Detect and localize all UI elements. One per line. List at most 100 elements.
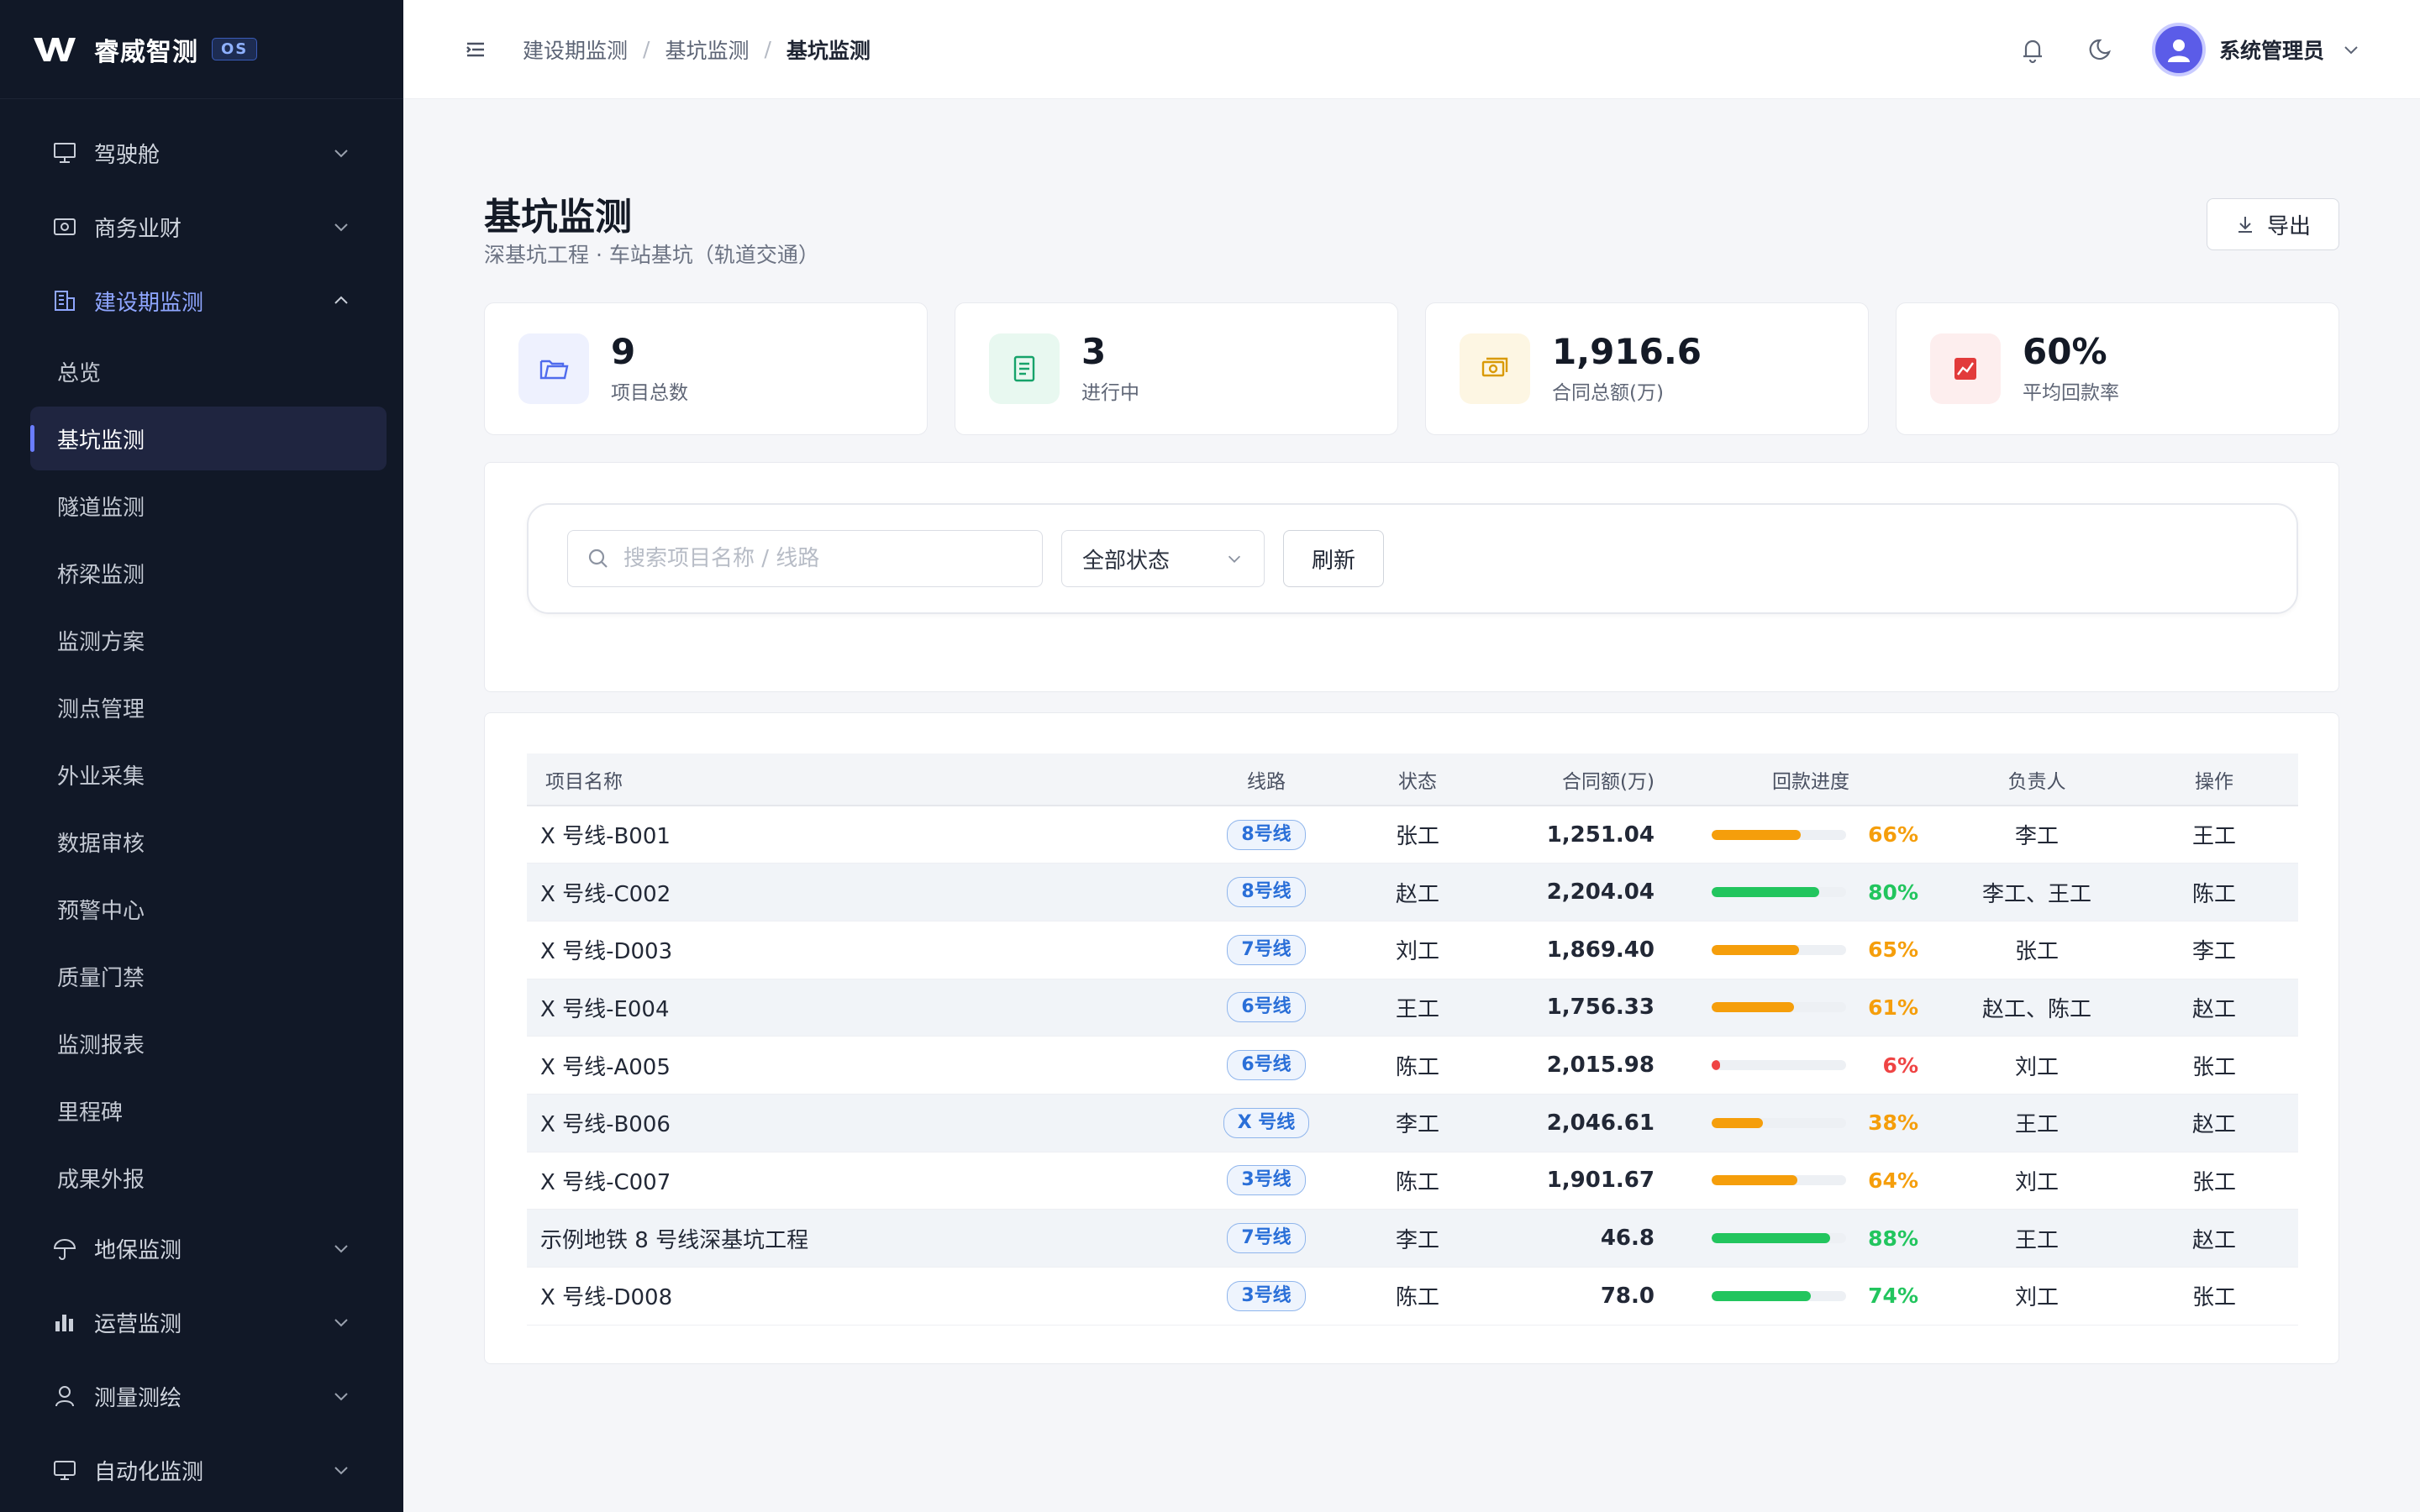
stat-value: 3 xyxy=(1081,330,1107,372)
cell-line: 8号线 xyxy=(1191,863,1342,921)
column-header[interactable]: 线路 xyxy=(1191,753,1342,806)
cell-status: 王工 xyxy=(1342,979,1493,1037)
sidebar-item[interactable]: 基坑监测 xyxy=(30,407,387,470)
cell-amount: 1,756.33 xyxy=(1493,979,1678,1037)
cell-operation[interactable]: 赵工 xyxy=(2130,979,2298,1037)
download-icon xyxy=(2238,217,2252,233)
column-header[interactable]: 状态 xyxy=(1342,753,1493,806)
line-badge: 6号线 xyxy=(1227,992,1306,1023)
progress-fill xyxy=(1712,1117,1763,1128)
cell-operation[interactable]: 张工 xyxy=(2130,1267,2298,1326)
cell-operation[interactable]: 张工 xyxy=(2130,1152,2298,1210)
progress-fill xyxy=(1712,1002,1794,1013)
sidebar-item[interactable]: 测点管理 xyxy=(0,674,403,741)
user-name[interactable]: 系统管理员 xyxy=(2219,34,2324,65)
moon-icon[interactable] xyxy=(2085,34,2115,65)
sidebar-item[interactable]: 外业采集 xyxy=(0,741,403,808)
progress-fill xyxy=(1712,887,1819,898)
brand-badge: OS xyxy=(212,38,258,60)
column-header[interactable]: 回款进度 xyxy=(1678,753,1944,806)
menu-group-business[interactable]: 商务业财 xyxy=(0,190,403,264)
monitor-icon xyxy=(54,1461,76,1480)
user-icon xyxy=(2167,39,2190,62)
cell-project-name: X 号线-E004 xyxy=(527,979,1191,1037)
cell-manager: 王工 xyxy=(1944,1094,2130,1152)
export-button[interactable]: 导出 xyxy=(2207,198,2339,250)
line-badge: 3号线 xyxy=(1227,1280,1306,1311)
sidebar-item[interactable]: 成果外报 xyxy=(0,1144,403,1211)
cell-operation[interactable]: 陈工 xyxy=(2130,863,2298,921)
cell-progress: 80% xyxy=(1678,863,1944,921)
sidebar-item[interactable]: 隧道监测 xyxy=(0,472,403,539)
sidebar-item[interactable]: 数据审核 xyxy=(0,808,403,875)
sidebar-item[interactable]: 桥梁监测 xyxy=(0,539,403,606)
cell-manager: 王工 xyxy=(1944,1209,2130,1268)
breadcrumb-item[interactable]: 基坑监测 xyxy=(665,34,749,65)
menu-group-label: 商务业财 xyxy=(94,216,182,242)
brand[interactable]: 睿威智测 OS xyxy=(0,0,403,99)
column-header[interactable]: 操作 xyxy=(2130,753,2298,806)
refresh-button[interactable]: 刷新 xyxy=(1283,530,1384,587)
table-row[interactable]: X 号线-B001 8号线 张工 1,251.04 66% 李工 王工 xyxy=(527,806,2298,864)
menu-group-cockpit[interactable]: 驾驶舱 xyxy=(0,116,403,190)
progress-bar xyxy=(1712,944,1846,955)
menu-group-label: 驾驶舱 xyxy=(94,142,160,168)
search-box[interactable] xyxy=(567,530,1043,587)
menu-group-ground-protection[interactable]: 地保监测 xyxy=(0,1211,403,1285)
search-input[interactable] xyxy=(623,546,1027,571)
table-row[interactable]: X 号线-E004 6号线 王工 1,756.33 61% 赵工、陈工 赵工 xyxy=(527,979,2298,1037)
table-row[interactable]: X 号线-B006 X 号线 李工 2,046.61 38% 王工 赵工 xyxy=(527,1094,2298,1152)
progress: 74% xyxy=(1678,1284,1944,1308)
cell-manager: 刘工 xyxy=(1944,1267,2130,1326)
breadcrumb-separator: / xyxy=(764,37,771,61)
cell-progress: 6% xyxy=(1678,1036,1944,1095)
menu-group-survey[interactable]: 测量测绘 xyxy=(0,1359,403,1433)
cell-status: 李工 xyxy=(1342,1209,1493,1268)
progress: 65% xyxy=(1678,937,1944,962)
column-header[interactable]: 项目名称 xyxy=(527,753,1191,806)
menu-fold-icon[interactable] xyxy=(462,36,489,63)
progress-fill xyxy=(1712,1233,1830,1244)
cell-status: 陈工 xyxy=(1342,1152,1493,1210)
column-header[interactable]: 负责人 xyxy=(1944,753,2130,806)
cell-project-name: X 号线-B001 xyxy=(527,806,1191,864)
table-row[interactable]: X 号线-D003 7号线 刘工 1,869.40 65% 张工 李工 xyxy=(527,921,2298,979)
sidebar-item[interactable]: 监测报表 xyxy=(0,1010,403,1077)
stat-icon-box xyxy=(1930,333,2001,404)
progress-bar xyxy=(1712,887,1846,898)
sidebar: 睿威智测 OS 驾驶舱 商务业财 建设期监测 总览 基坑监测 隧道监测 桥梁监测 监测方… xyxy=(0,0,403,1512)
menu-group-automation[interactable]: 自动化监测 xyxy=(0,1433,403,1507)
chevron-down-icon xyxy=(334,1467,348,1475)
bell-icon[interactable] xyxy=(2018,34,2048,65)
avatar[interactable] xyxy=(2151,23,2206,76)
cell-operation[interactable]: 王工 xyxy=(2130,806,2298,864)
sidebar-item[interactable]: 质量门禁 xyxy=(0,942,403,1010)
stat-value: 1,916.6 xyxy=(1552,330,1702,372)
progress-fill xyxy=(1712,829,1801,840)
table-row[interactable]: X 号线-C007 3号线 陈工 1,901.67 64% 刘工 张工 xyxy=(527,1152,2298,1210)
cell-amount: 1,251.04 xyxy=(1493,806,1678,864)
cell-progress: 65% xyxy=(1678,921,1944,979)
sidebar-item[interactable]: 监测方案 xyxy=(0,606,403,674)
sidebar-item[interactable]: 总览 xyxy=(0,338,403,405)
stat-value: 60% xyxy=(2023,330,2107,372)
table-row[interactable]: 示例地铁 8 号线深基坑工程 7号线 李工 46.8 88% 王工 赵工 xyxy=(527,1209,2298,1268)
column-header[interactable]: 合同额(万) xyxy=(1493,753,1678,806)
cell-operation[interactable]: 赵工 xyxy=(2130,1094,2298,1152)
table-row[interactable]: X 号线-C002 8号线 赵工 2,204.04 80% 李工、王工 陈工 xyxy=(527,863,2298,921)
cell-amount: 46.8 xyxy=(1493,1209,1678,1268)
menu-group-operation[interactable]: 运营监测 xyxy=(0,1285,403,1359)
umbrella-icon xyxy=(53,1239,76,1260)
breadcrumb-separator: / xyxy=(643,37,650,61)
breadcrumb-item[interactable]: 建设期监测 xyxy=(523,34,628,65)
cell-operation[interactable]: 赵工 xyxy=(2130,1209,2298,1268)
sidebar-item[interactable]: 里程碑 xyxy=(0,1077,403,1144)
cell-operation[interactable]: 张工 xyxy=(2130,1036,2298,1095)
cell-operation[interactable]: 李工 xyxy=(2130,921,2298,979)
chevron-down-icon[interactable] xyxy=(2341,39,2361,60)
table-row[interactable]: X 号线-A005 6号线 陈工 2,015.98 6% 刘工 张工 xyxy=(527,1036,2298,1095)
status-select[interactable]: 全部状态 xyxy=(1061,530,1265,587)
sidebar-item[interactable]: 预警中心 xyxy=(0,875,403,942)
table-row[interactable]: X 号线-D008 3号线 陈工 78.0 74% 刘工 张工 xyxy=(527,1267,2298,1326)
menu-group-construction[interactable]: 建设期监测 xyxy=(0,264,403,338)
